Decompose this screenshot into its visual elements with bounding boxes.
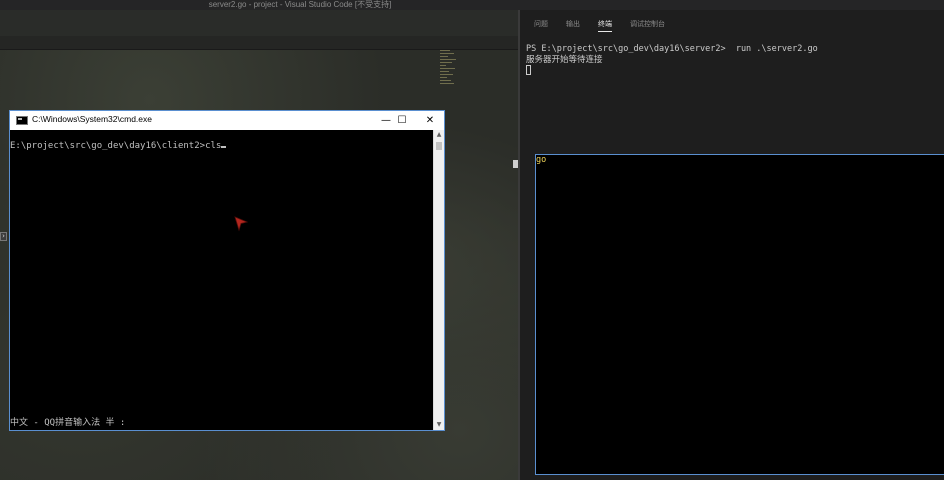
tab-problems[interactable]: 问题 [534,19,548,32]
terminal-cursor [526,65,531,75]
collapse-arrow-icon[interactable]: › [0,232,7,241]
vscode-title-bar: server2.go - project - Visual Studio Cod… [0,0,944,10]
cmd-cursor [221,146,227,148]
cmd-window[interactable]: C:\Windows\System32\cmd.exe — ☐ ✕ E:\pro… [9,110,445,431]
scroll-down-icon[interactable]: ▼ [434,420,444,430]
terminal-output-line: 服务器开始等待连接 [526,54,603,65]
tab-terminal[interactable]: 终端 [598,19,612,32]
cmd-window-title: C:\Windows\System32\cmd.exe [32,114,152,124]
tab-output[interactable]: 输出 [566,19,580,32]
cmd-title-bar[interactable]: C:\Windows\System32\cmd.exe — ☐ ✕ [10,111,444,130]
scroll-thumb[interactable] [436,142,442,150]
scroll-up-icon[interactable]: ▲ [434,130,444,140]
maximize-button[interactable]: ☐ [388,111,416,130]
cmd-console[interactable]: E:\project\src\go_dev\day16\client2>cls … [10,130,433,430]
terminal-panel: 问题 输出 终端 调试控制台 PS E:\project\src\go_dev\… [520,10,944,480]
editor-toolbar [0,10,518,36]
cmd-scrollbar[interactable]: ▲ ▼ [433,130,444,430]
close-button[interactable]: ✕ [416,111,444,130]
terminal-prompt: PS E:\project\src\go_dev\day16\server2> [526,44,731,54]
terminal-args: run .\server2.go [730,44,818,54]
window-title: server2.go - project - Visual Studio Cod… [208,0,392,9]
cmd-prompt-line: E:\project\src\go_dev\day16\client2>cls [10,141,227,151]
mouse-pointer-icon [234,216,248,232]
panel-tabs: 问题 输出 终端 调试控制台 [534,19,665,32]
console-icon[interactable] [16,116,28,125]
ime-status-bar: 中文 - QQ拼音输入法 半 : [10,418,126,428]
tab-debug-console[interactable]: 调试控制台 [630,19,665,32]
cmd-prompt-text: E:\project\src\go_dev\day16\client2>cls [10,141,222,151]
minimap[interactable] [440,48,464,108]
terminal-command: go [535,154,944,475]
terminal-output[interactable]: PS E:\project\src\go_dev\day16\server2> … [526,44,944,475]
